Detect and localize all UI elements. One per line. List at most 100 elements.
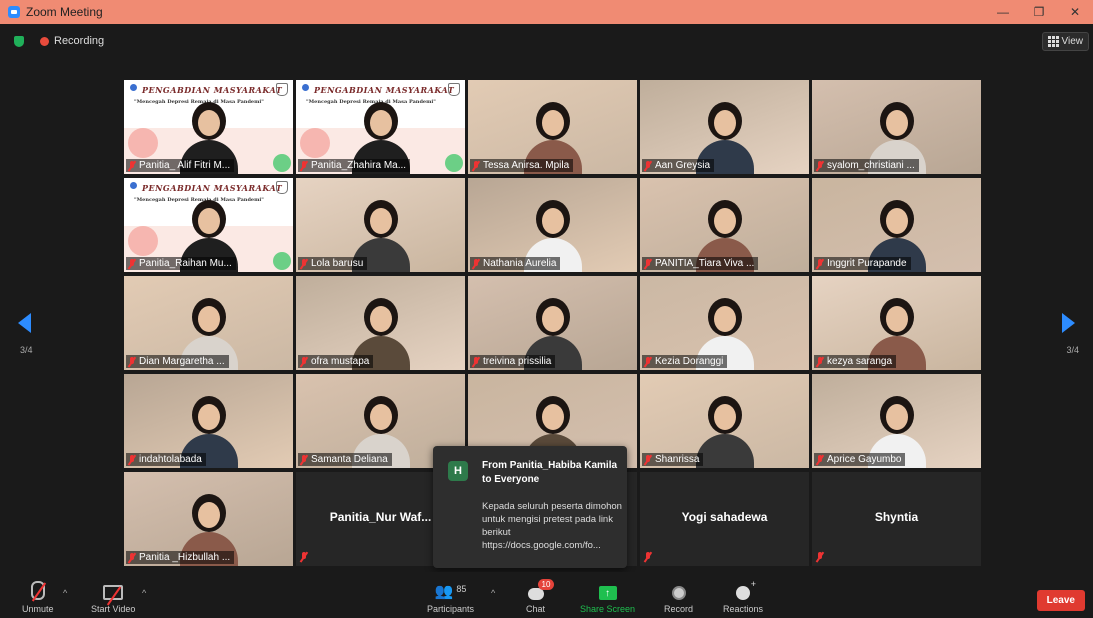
start-video-label: Start Video (91, 604, 136, 614)
participant-namebar: syalom_christiani ... (814, 159, 919, 172)
participant-video-person-face (197, 110, 220, 136)
participant-tile[interactable]: Yogi sahadewa (640, 472, 809, 566)
chat-sender: From Panitia_Habiba Kamila to Everyone (482, 460, 618, 485)
participant-video-person-face (713, 306, 736, 332)
encryption-shield-icon[interactable] (14, 36, 24, 47)
chat-notification-popup[interactable]: H From Panitia_Habiba Kamila to Everyone… (433, 446, 627, 568)
participant-tile[interactable]: PENGABDIAN MASYARAKAT "Mencegah Depresi R… (124, 80, 293, 174)
muted-mic-icon (816, 160, 824, 171)
leave-button[interactable]: Leave (1036, 590, 1085, 611)
participant-tile[interactable]: Tessa Anirsa. Mpila (468, 80, 637, 174)
reactions-button[interactable]: Reactions (723, 578, 763, 614)
muted-mic-icon (816, 258, 824, 269)
university-logo-icon (130, 182, 137, 189)
minimize-button[interactable]: — (985, 0, 1021, 24)
participant-name: Lola barusu (311, 258, 364, 269)
muted-mic-icon (300, 258, 308, 269)
participant-namebar: Panitia_Zhahira Ma... (298, 159, 411, 172)
grid-icon (1047, 36, 1059, 47)
participant-name: PANITIA_Tiara Viva ... (655, 258, 755, 269)
participant-namebar: ofra mustapa (298, 355, 374, 368)
audio-options-caret[interactable]: ^ (63, 588, 67, 598)
participant-video-person-face (885, 110, 908, 136)
recording-dot-icon (40, 37, 49, 46)
participant-tile[interactable]: PANITIA_Tiara Viva ... (640, 178, 809, 272)
participant-tile[interactable]: PENGABDIAN MASYARAKAT "Mencegah Depresi R… (296, 80, 465, 174)
participant-tile[interactable]: indahtolabada (124, 374, 293, 468)
participant-tile[interactable]: Kezia Doranggi (640, 276, 809, 370)
participant-name: Dian Margaretha ... (139, 356, 225, 367)
participant-video-person-face (713, 110, 736, 136)
participant-tile[interactable]: Aprice Gayumbo (812, 374, 981, 468)
participant-tile[interactable]: Dian Margaretha ... (124, 276, 293, 370)
chat-bubble-icon: 10 (527, 579, 555, 600)
record-button[interactable]: Record (664, 578, 693, 614)
participants-options-caret[interactable]: ^ (491, 588, 495, 598)
record-icon (671, 586, 686, 600)
participant-name: Tessa Anirsa. Mpila (483, 160, 570, 171)
page-indicator-right: 3/4 (1066, 345, 1079, 355)
participant-tile[interactable]: Inggrit Purapande (812, 178, 981, 272)
participant-namebar: PANITIA_Tiara Viva ... (642, 257, 759, 270)
participant-video-person-face (885, 404, 908, 430)
participant-video-person-face (369, 306, 392, 332)
previous-page-arrow-icon[interactable] (18, 313, 31, 333)
university-logo-icon (302, 84, 309, 91)
chat-unread-badge: 10 (537, 579, 555, 590)
window-titlebar: Zoom Meeting — ❐ ✕ (0, 0, 1093, 24)
participant-video-person-face (541, 404, 564, 430)
view-button[interactable]: View (1041, 32, 1089, 51)
recording-label: Recording (54, 35, 105, 47)
participant-tile[interactable]: treivina prissilia (468, 276, 637, 370)
participant-namebar: Nathania Aurelia (470, 257, 561, 270)
meeting-topbar: Recording View (0, 28, 1093, 54)
share-screen-button[interactable]: ↑ Share Screen (580, 578, 635, 614)
banner-title: PENGABDIAN MASYARAKAT (142, 183, 283, 193)
participant-tile[interactable]: Shyntia (812, 472, 981, 566)
share-screen-label: Share Screen (580, 604, 636, 614)
participant-tile[interactable]: Aan Greysia (640, 80, 809, 174)
participant-tile[interactable]: ofra mustapa (296, 276, 465, 370)
participant-video-person-face (885, 208, 908, 234)
page-indicator-left: 3/4 (20, 345, 33, 355)
next-page-arrow-icon[interactable] (1062, 313, 1075, 333)
participant-name: treivina prissilia (483, 356, 552, 367)
shield-emblem-icon (448, 83, 460, 96)
participant-namebar: Panitia _Hizbullah ... (126, 551, 235, 564)
participant-tile[interactable]: kezya saranga (812, 276, 981, 370)
close-button[interactable]: ✕ (1057, 0, 1093, 24)
muted-mic-icon (472, 258, 480, 269)
participant-video-person-face (197, 502, 220, 528)
participant-tile[interactable]: Nathania Aurelia (468, 178, 637, 272)
participant-video-person-face (541, 306, 564, 332)
muted-mic-icon (128, 356, 136, 367)
participant-tile[interactable]: Lola barusu (296, 178, 465, 272)
participant-tile[interactable]: Shanrissa (640, 374, 809, 468)
decorative-circle (128, 226, 158, 256)
unmute-button[interactable]: Unmute (22, 578, 54, 614)
chat-button[interactable]: 10 Chat (526, 578, 555, 614)
participant-tile[interactable]: Panitia _Hizbullah ... (124, 472, 293, 566)
participant-tile[interactable]: syalom_christiani ... (812, 80, 981, 174)
banner-title: PENGABDIAN MASYARAKAT (314, 85, 455, 95)
participant-name: Nathania Aurelia (483, 258, 557, 269)
participant-name: Aan Greysia (655, 160, 711, 171)
video-options-caret[interactable]: ^ (142, 588, 146, 598)
banner-title: PENGABDIAN MASYARAKAT (142, 85, 283, 95)
restore-button[interactable]: ❐ (1021, 0, 1057, 24)
start-video-button[interactable]: Start Video (91, 578, 135, 614)
participant-tile[interactable]: PENGABDIAN MASYARAKAT "Mencegah Depresi R… (124, 178, 293, 272)
muted-mic-icon (300, 552, 308, 562)
participant-namebar: Samanta Deliana (298, 453, 392, 466)
muted-mic-icon (472, 356, 480, 367)
shield-emblem-icon (276, 83, 288, 96)
chat-label: Chat (526, 604, 546, 614)
muted-mic-icon (300, 454, 308, 465)
participant-name: Shyntia (874, 510, 919, 524)
participant-name: indahtolabada (139, 454, 202, 465)
participant-video-person-face (369, 404, 392, 430)
participants-icon: 👥 (434, 583, 454, 600)
participants-button[interactable]: 👥 85 Participants (427, 578, 474, 614)
participant-namebar: Panitia_ Alif Fitri M... (126, 159, 235, 172)
participant-namebar: Tessa Anirsa. Mpila (470, 159, 574, 172)
